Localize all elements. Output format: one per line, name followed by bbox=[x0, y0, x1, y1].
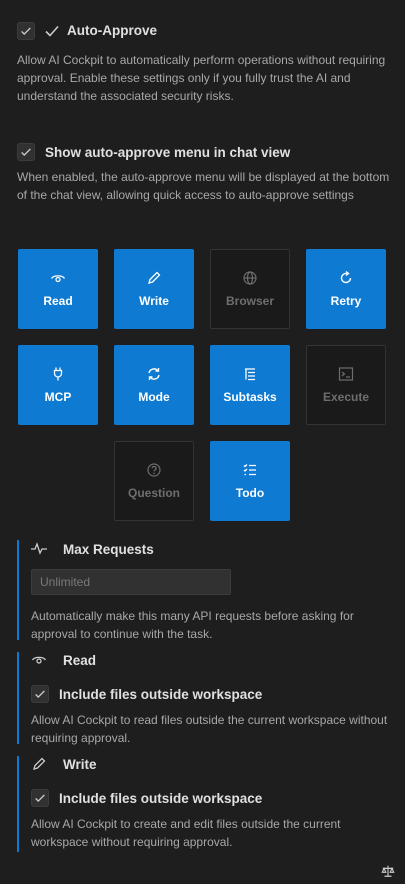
tile-read[interactable]: Read bbox=[18, 249, 98, 329]
terminal-icon bbox=[338, 366, 354, 382]
list-tree-icon bbox=[242, 366, 258, 382]
auto-approve-description: Allow AI Cockpit to automatically perfor… bbox=[17, 53, 386, 103]
tile-label: Browser bbox=[225, 294, 275, 308]
tile-question[interactable]: Question bbox=[114, 441, 194, 521]
tile-subtasks[interactable]: Subtasks bbox=[210, 345, 290, 425]
pulse-icon bbox=[31, 542, 47, 559]
max-requests-input[interactable]: Unlimited bbox=[31, 569, 231, 595]
question-icon bbox=[146, 462, 162, 478]
tile-execute[interactable]: Execute bbox=[306, 345, 386, 425]
tile-mode[interactable]: Mode bbox=[114, 345, 194, 425]
refresh-icon bbox=[338, 270, 354, 286]
tile-label: Retry bbox=[330, 294, 362, 308]
read-outside-workspace-description: Allow AI Cockpit to read files outside t… bbox=[31, 713, 388, 745]
write-outside-workspace-description: Allow AI Cockpit to create and edit file… bbox=[31, 817, 341, 849]
tile-write[interactable]: Write bbox=[114, 249, 194, 329]
read-section-title: Read bbox=[63, 653, 97, 668]
plug-icon bbox=[50, 366, 66, 382]
tile-label: Question bbox=[127, 486, 180, 500]
tile-retry[interactable]: Retry bbox=[306, 249, 386, 329]
tile-label: Mode bbox=[138, 390, 170, 404]
tile-label: MCP bbox=[44, 390, 72, 404]
read-outside-workspace-checkbox[interactable] bbox=[31, 685, 49, 703]
globe-icon bbox=[242, 270, 258, 286]
tile-label: Write bbox=[139, 294, 169, 308]
write-outside-workspace-label: Include files outside workspace bbox=[59, 791, 263, 806]
write-accent-bar bbox=[17, 756, 19, 852]
pencil-icon bbox=[146, 270, 162, 286]
sync-icon bbox=[146, 366, 162, 382]
checklist-icon bbox=[242, 462, 258, 478]
read-outside-workspace-label: Include files outside workspace bbox=[59, 687, 263, 702]
tile-mcp[interactable]: MCP bbox=[18, 345, 98, 425]
tile-label: Todo bbox=[235, 486, 265, 500]
max-requests-title: Max Requests bbox=[63, 542, 154, 557]
tile-browser[interactable]: Browser bbox=[210, 249, 290, 329]
show-menu-description: When enabled, the auto-approve menu will… bbox=[17, 170, 390, 202]
max-requests-accent-bar bbox=[17, 540, 19, 640]
show-menu-checkbox[interactable] bbox=[17, 143, 35, 161]
checkmark-icon bbox=[21, 148, 31, 157]
write-section-title: Write bbox=[63, 757, 97, 772]
eye-icon bbox=[31, 653, 47, 670]
scale-icon[interactable] bbox=[381, 864, 395, 881]
read-accent-bar bbox=[17, 652, 19, 744]
pencil-icon bbox=[31, 756, 47, 775]
tile-todo[interactable]: Todo bbox=[210, 441, 290, 521]
tile-label: Subtasks bbox=[223, 390, 277, 404]
auto-approve-title: Auto-Approve bbox=[67, 23, 157, 38]
checkmark-icon bbox=[35, 690, 45, 699]
auto-approve-checkbox[interactable] bbox=[17, 22, 35, 40]
show-menu-label: Show auto-approve menu in chat view bbox=[45, 145, 291, 160]
checkmark-icon bbox=[21, 27, 31, 36]
eye-icon bbox=[50, 270, 66, 286]
write-outside-workspace-checkbox[interactable] bbox=[31, 789, 49, 807]
max-requests-description: Automatically make this many API request… bbox=[31, 609, 354, 641]
tile-label: Read bbox=[43, 294, 73, 308]
checkmark-icon bbox=[35, 794, 45, 803]
tile-label: Execute bbox=[322, 390, 370, 404]
checkmark-icon bbox=[44, 23, 60, 42]
